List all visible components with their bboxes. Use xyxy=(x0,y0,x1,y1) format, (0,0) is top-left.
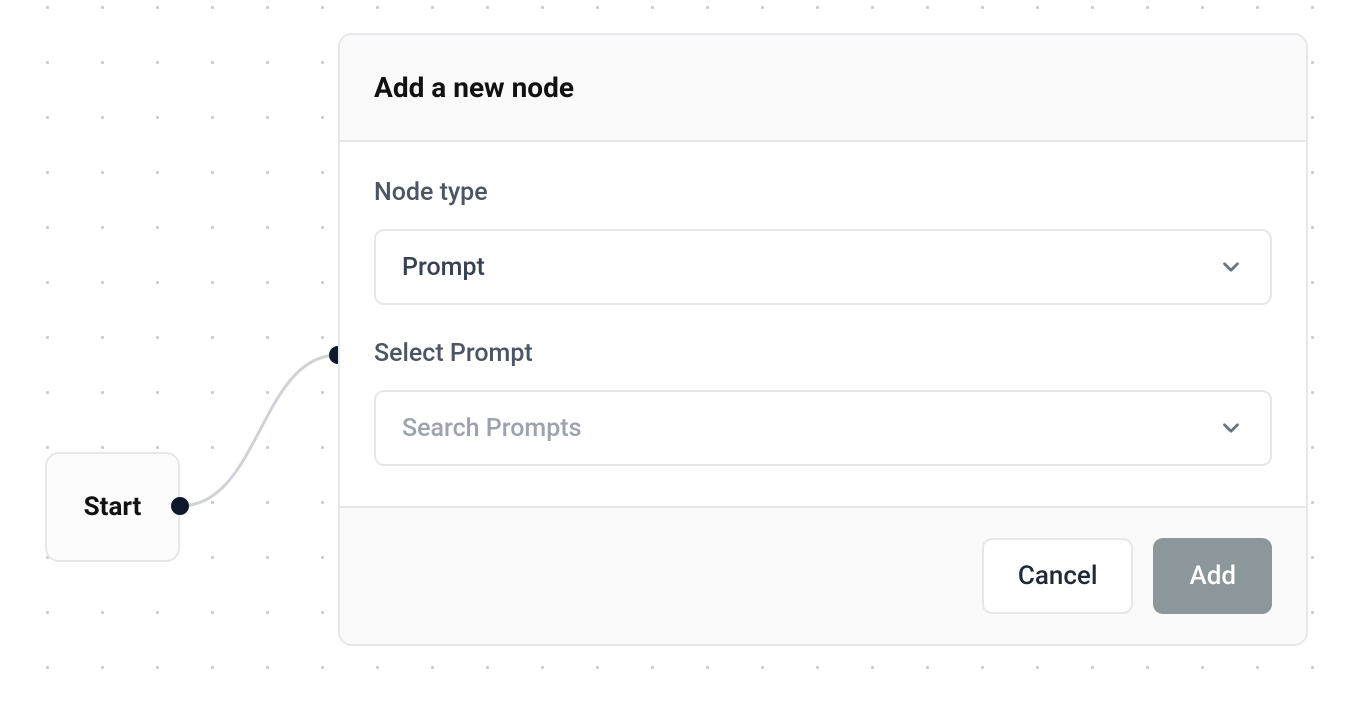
node-type-label: Node type xyxy=(374,178,1272,207)
select-prompt-placeholder: Search Prompts xyxy=(402,414,581,443)
start-node[interactable]: Start xyxy=(45,452,180,562)
panel-title: Add a new node xyxy=(340,35,1306,142)
add-button[interactable]: Add xyxy=(1153,538,1272,614)
chevron-down-icon xyxy=(1218,415,1244,441)
workflow-canvas[interactable]: Start Add a new node Node type Prompt Se… xyxy=(0,0,1356,715)
node-type-field: Node type Prompt xyxy=(374,178,1272,305)
node-type-select[interactable]: Prompt xyxy=(374,229,1272,305)
node-type-value: Prompt xyxy=(402,253,485,282)
select-prompt-label: Select Prompt xyxy=(374,339,1272,368)
panel-body: Node type Prompt Select Prompt Search Pr… xyxy=(340,142,1306,506)
select-prompt-field: Select Prompt Search Prompts xyxy=(374,339,1272,466)
node-output-handle[interactable] xyxy=(171,497,189,515)
cancel-button[interactable]: Cancel xyxy=(982,538,1134,614)
chevron-down-icon xyxy=(1218,254,1244,280)
start-node-label: Start xyxy=(84,492,142,522)
panel-footer: Cancel Add xyxy=(340,506,1306,644)
select-prompt-select[interactable]: Search Prompts xyxy=(374,390,1272,466)
add-node-panel: Add a new node Node type Prompt Select P… xyxy=(338,33,1308,646)
